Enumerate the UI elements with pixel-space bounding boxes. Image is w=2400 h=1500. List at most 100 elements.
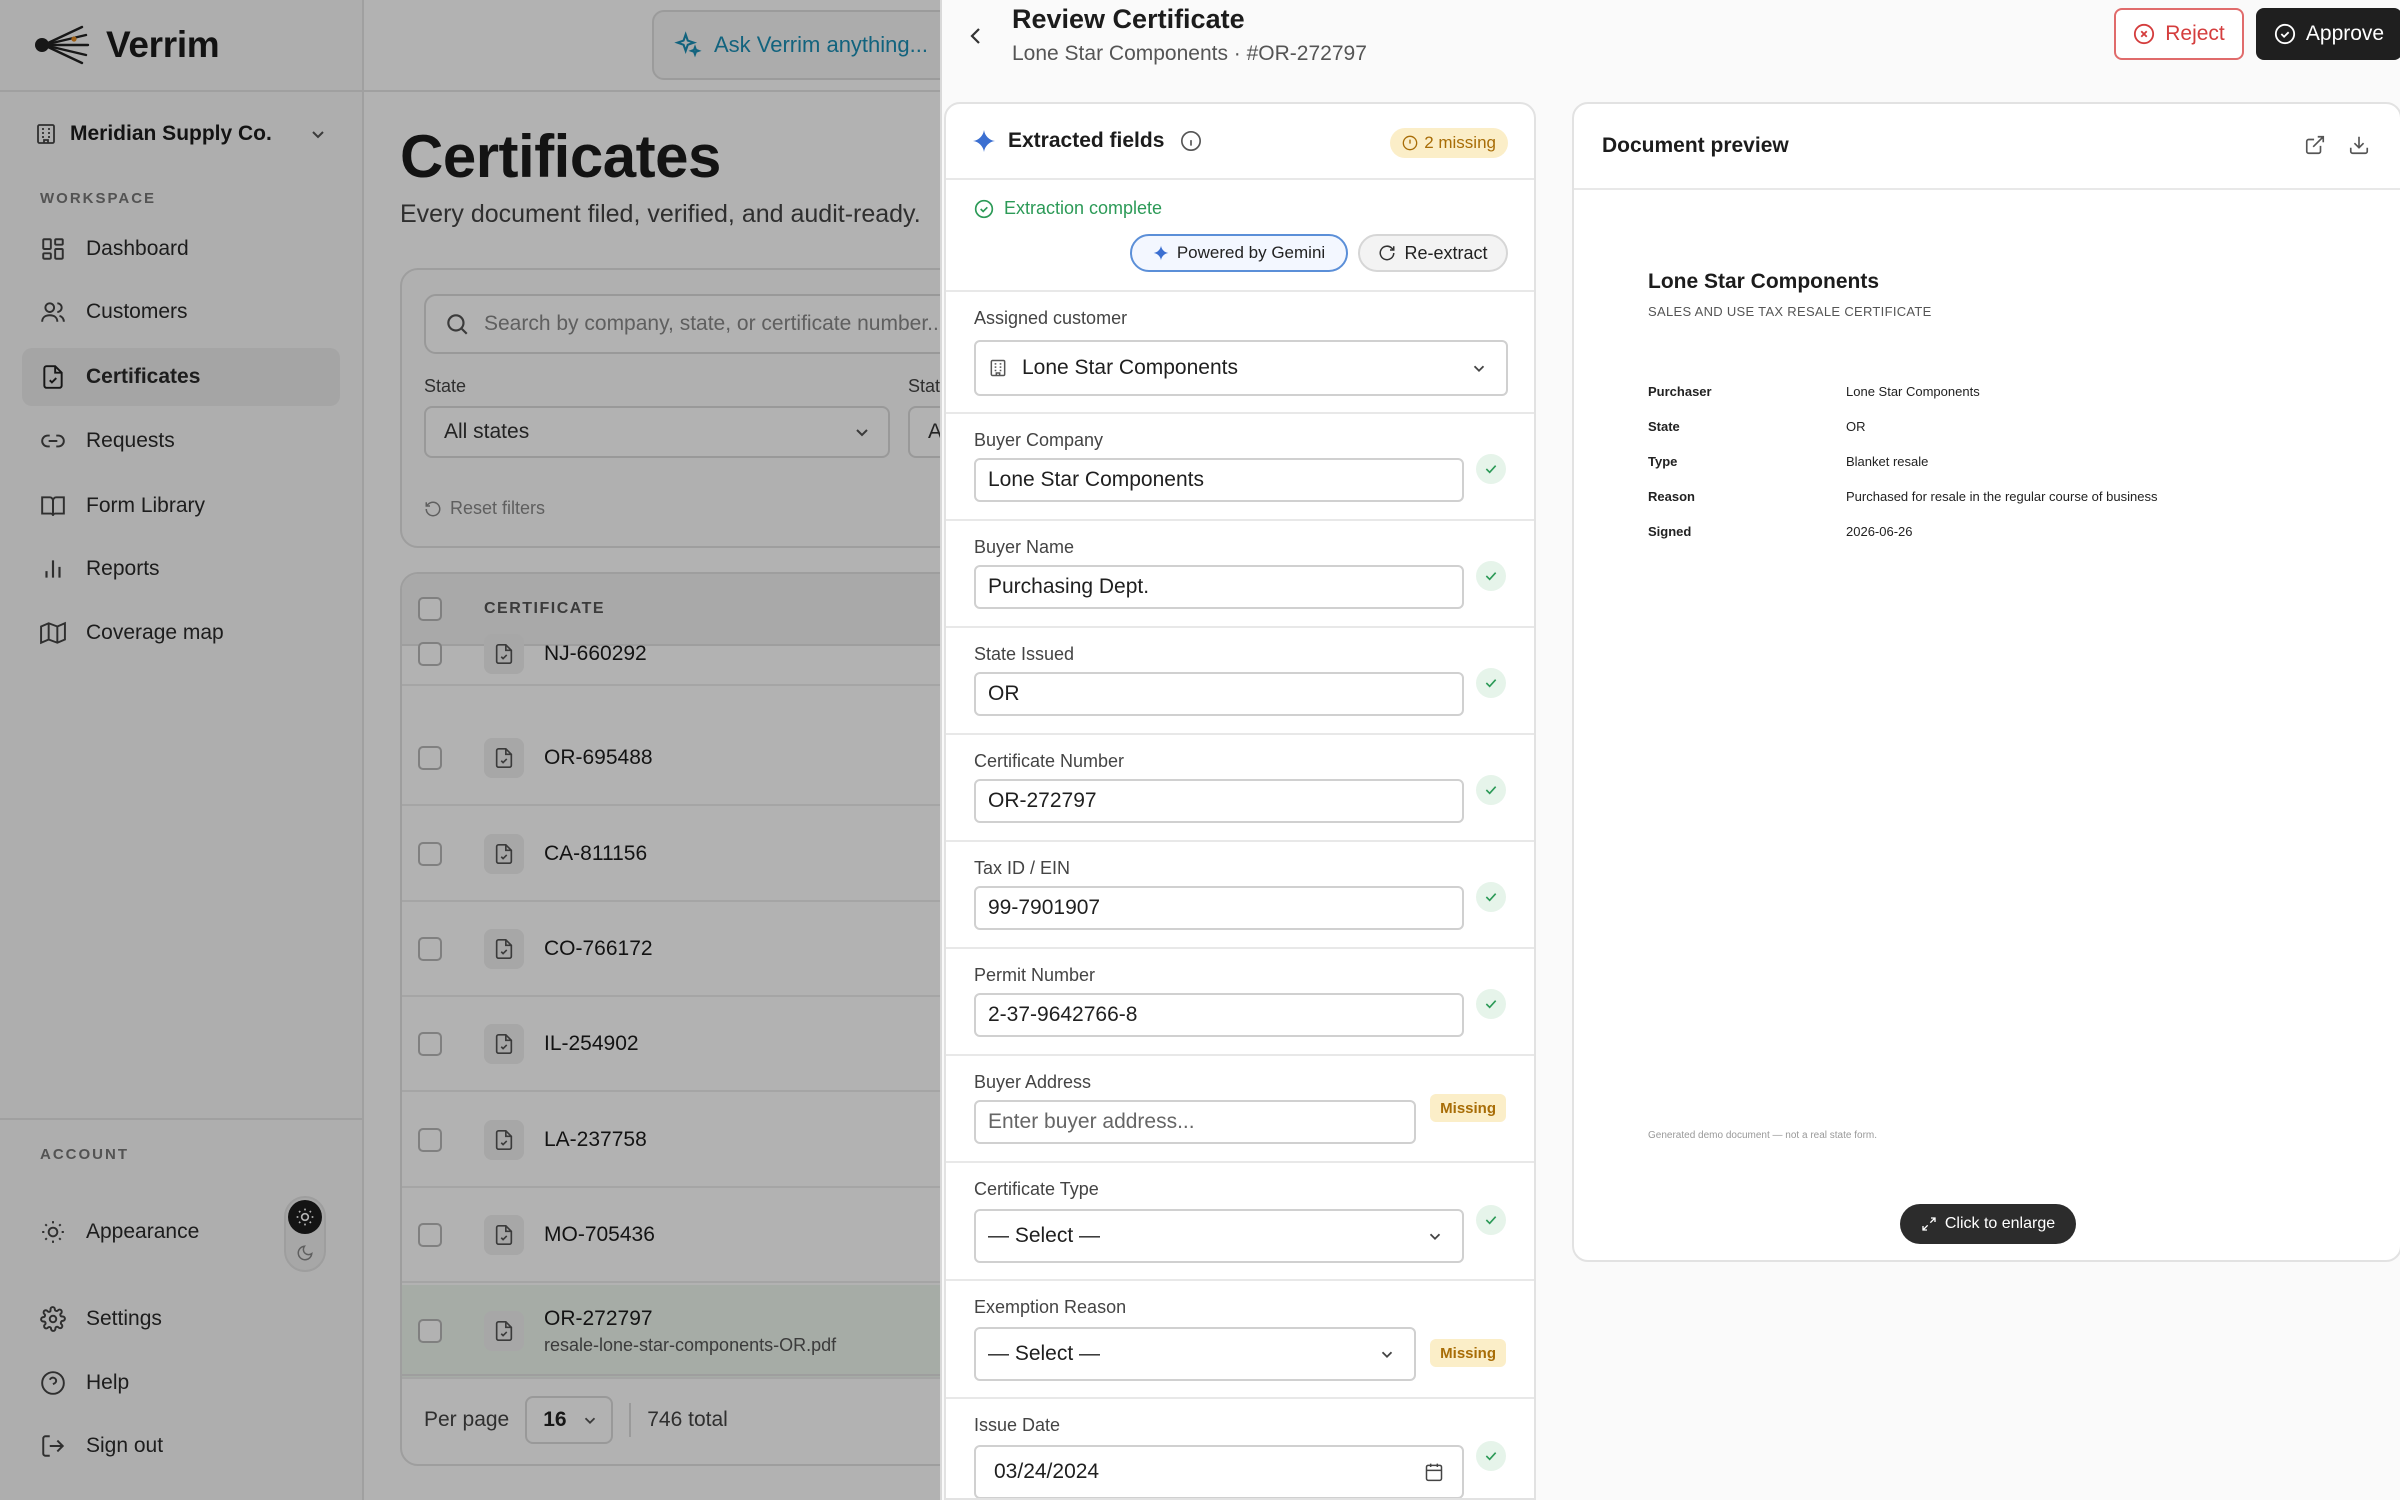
- state-issued-input[interactable]: OR: [974, 672, 1464, 716]
- gemini-label: Powered by Gemini: [1176, 243, 1326, 262]
- extracted-fields-header: Extracted fields 2 missing: [946, 104, 1534, 180]
- buyer-name-field: Buyer Name Purchasing Dept.: [946, 521, 1534, 628]
- certificate-type-value: — Select —: [988, 1224, 1101, 1247]
- x-circle-icon: [2133, 23, 2155, 45]
- doc-company-name: Lone Star Components: [1648, 270, 1880, 293]
- chevron-left-icon: [970, 28, 980, 44]
- check-icon: [1476, 561, 1506, 591]
- exemption-reason-select[interactable]: — Select —: [974, 1327, 1416, 1381]
- extracted-fields-card: Extracted fields 2 missing Extraction co…: [944, 102, 1536, 1500]
- doc-value: Purchased for resale in the regular cour…: [1846, 489, 2158, 504]
- missing-badge: Missing: [1430, 1339, 1506, 1367]
- extraction-status: Extraction complete: [974, 198, 1162, 219]
- click-to-enlarge-button[interactable]: Click to enlarge: [1900, 1204, 2076, 1244]
- field-label: Issue Date: [974, 1415, 1061, 1435]
- document-preview-header: Document preview: [1574, 104, 2400, 190]
- check-circle-icon: [974, 199, 994, 219]
- calendar-icon[interactable]: [1424, 1462, 1444, 1482]
- modal-backdrop[interactable]: [0, 0, 940, 1500]
- field-label: Certificate Number: [974, 751, 1125, 771]
- assigned-customer-display: Lone Star Components: [988, 356, 1238, 380]
- enlarge-label: Click to enlarge: [1944, 1215, 2056, 1232]
- field-label: Permit Number: [974, 965, 1096, 985]
- re-extract-button[interactable]: Re-extract: [1358, 234, 1508, 272]
- review-panel: Review Certificate Lone Star Components …: [940, 0, 2400, 1500]
- missing-count-badge: 2 missing: [1390, 128, 1508, 158]
- external-link-icon[interactable]: [2304, 134, 2326, 156]
- reject-label: Reject: [2165, 22, 2225, 45]
- alert-circle-icon: [1402, 135, 1418, 151]
- issue-date-value: 03/24/2024: [994, 1460, 1100, 1483]
- doc-key: Type: [1648, 454, 1678, 469]
- check-circle-icon: [2274, 23, 2296, 45]
- chevron-down-icon: [1470, 359, 1488, 377]
- assigned-customer-select[interactable]: Lone Star Components: [974, 340, 1508, 396]
- approve-label: Approve: [2305, 22, 2385, 45]
- buyer-address-field: Buyer Address Enter buyer address... Mis…: [946, 1056, 1534, 1163]
- field-label: Buyer Address: [974, 1072, 1092, 1092]
- issue-date-field: Issue Date 03/24/2024: [946, 1399, 1534, 1498]
- expand-icon: [1921, 1216, 1937, 1232]
- field-label: State Issued: [974, 644, 1075, 664]
- field-label: Exemption Reason: [974, 1297, 1127, 1317]
- reject-button[interactable]: Reject: [2114, 8, 2244, 60]
- check-icon: [1476, 1205, 1506, 1235]
- doc-footer-note: Generated demo document — not a real sta…: [1648, 1130, 1878, 1141]
- field-label: Tax ID / EIN: [974, 858, 1071, 878]
- doc-key: Signed: [1648, 524, 1692, 539]
- issue-date-input[interactable]: 03/24/2024: [974, 1445, 1464, 1498]
- buyer-company-field: Buyer Company Lone Star Components: [946, 414, 1534, 521]
- approve-button[interactable]: Approve: [2256, 8, 2400, 60]
- permit-number-input[interactable]: 2-37-9642766-8: [974, 993, 1464, 1037]
- re-extract-label: Re-extract: [1404, 242, 1488, 263]
- doc-value: OR: [1846, 419, 1866, 434]
- doc-value: Blanket resale: [1846, 454, 1929, 469]
- field-label: Certificate Type: [974, 1179, 1099, 1199]
- info-icon[interactable]: [1180, 130, 1202, 152]
- field-label: Assigned customer: [974, 308, 1128, 328]
- panel-subtitle: Lone Star Components · #OR-272797: [1012, 42, 1367, 65]
- chevron-down-icon: [1378, 1345, 1396, 1363]
- building-icon: [988, 358, 1008, 378]
- doc-value: Lone Star Components: [1846, 384, 1980, 399]
- exemption-reason-field: Exemption Reason — Select — Missing: [946, 1281, 1534, 1399]
- missing-badge: Missing: [1430, 1094, 1506, 1122]
- check-icon: [1476, 1441, 1506, 1471]
- check-icon: [1476, 775, 1506, 805]
- check-icon: [1476, 454, 1506, 484]
- document-preview-title: Document preview: [1602, 134, 1789, 157]
- extracted-fields-title: Extracted fields: [1008, 129, 1165, 152]
- check-icon: [1476, 668, 1506, 698]
- back-button[interactable]: [956, 16, 996, 56]
- refresh-icon: [1378, 244, 1396, 262]
- gemini-star-icon: [1153, 245, 1169, 261]
- check-icon: [1476, 989, 1506, 1019]
- doc-key: State: [1648, 419, 1680, 434]
- buyer-name-input[interactable]: Purchasing Dept.: [974, 565, 1464, 609]
- state-issued-field: State Issued OR: [946, 628, 1534, 735]
- chevron-down-icon: [1426, 1227, 1444, 1245]
- buyer-address-input[interactable]: Enter buyer address...: [974, 1100, 1416, 1144]
- certificate-type-select[interactable]: — Select —: [974, 1209, 1464, 1263]
- field-label: Buyer Company: [974, 430, 1104, 450]
- document-preview-card: Document preview Lone Star Components SA…: [1572, 102, 2400, 1262]
- download-icon[interactable]: [2348, 134, 2370, 156]
- certificate-type-field: Certificate Type — Select —: [946, 1163, 1534, 1281]
- powered-by-gemini-badge[interactable]: Powered by Gemini: [1130, 234, 1348, 272]
- buyer-company-input[interactable]: Lone Star Components: [974, 458, 1464, 502]
- permit-number-field: Permit Number 2-37-9642766-8: [946, 949, 1534, 1056]
- panel-title: Review Certificate: [1012, 4, 1245, 34]
- tax-id-input[interactable]: 99-7901907: [974, 886, 1464, 930]
- check-icon: [1476, 882, 1506, 912]
- extraction-status-section: Extraction complete Powered by Gemini Re…: [946, 180, 1534, 292]
- assigned-customer-value: Lone Star Components: [1022, 356, 1238, 379]
- doc-key: Reason: [1648, 489, 1695, 504]
- assigned-customer-field: Assigned customer Lone Star Components: [946, 292, 1534, 414]
- extraction-status-text: Extraction complete: [1004, 198, 1163, 218]
- exemption-reason-value: — Select —: [988, 1342, 1101, 1365]
- doc-key: Purchaser: [1648, 384, 1712, 399]
- doc-subtitle: SALES AND USE TAX RESALE CERTIFICATE: [1648, 304, 1932, 319]
- tax-id-field: Tax ID / EIN 99-7901907: [946, 842, 1534, 949]
- certificate-number-input[interactable]: OR-272797: [974, 779, 1464, 823]
- field-label: Buyer Name: [974, 537, 1075, 557]
